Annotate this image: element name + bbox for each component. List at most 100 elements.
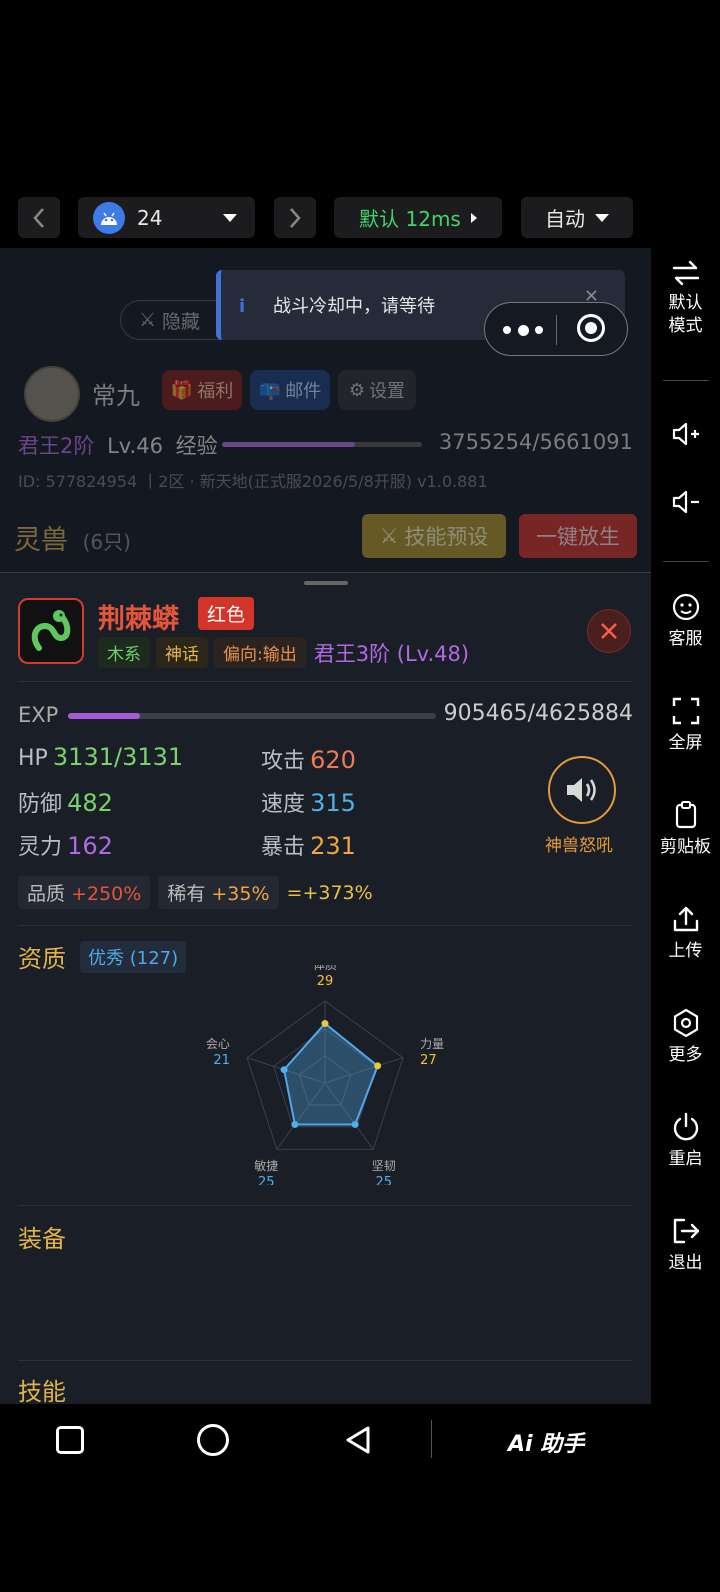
roar-label: 神兽怒吼 — [545, 836, 613, 856]
player-rank: 君王2阶 — [18, 434, 95, 458]
volume-up-icon — [672, 422, 699, 446]
radar-value-area — [282, 1022, 379, 1126]
android-icon — [93, 201, 125, 234]
divider — [18, 1205, 633, 1206]
release-all-button[interactable]: 一键放生 — [519, 514, 637, 558]
bias-tag: 偏向:输出 — [214, 637, 306, 668]
player-exp-bar — [222, 442, 422, 447]
more-dots-button[interactable] — [503, 318, 543, 342]
speaker-icon — [567, 778, 596, 802]
crit-value: 231 — [310, 832, 356, 860]
mail-button[interactable]: 📪 邮件 — [250, 370, 330, 410]
mail-icon: 📪 — [258, 379, 282, 401]
total-bonus: =+373% — [286, 881, 373, 904]
rare-chip: 稀有 +35% — [158, 876, 279, 909]
aptitude-grade: 优秀 (127) — [80, 941, 187, 973]
sidebar-item-restart[interactable]: 重启 — [651, 1112, 720, 1171]
beast-exp-label: EXP — [18, 703, 59, 727]
chevron-left-icon — [33, 207, 44, 228]
caret-icon — [470, 212, 477, 223]
defense-value: 482 — [67, 789, 113, 817]
player-info-line: ID: 577824954 丨2区 · 新天地(正式服2026/5/8开服) v… — [18, 472, 488, 491]
sidebar-item-exit[interactable]: 退出 — [651, 1216, 720, 1275]
sidebar-item-upload[interactable]: 上传 — [651, 904, 720, 963]
beast-avatar-icon — [18, 598, 84, 664]
radar-point-5 — [280, 1066, 288, 1074]
chevron-right-icon — [290, 207, 301, 228]
more-icon — [673, 1008, 698, 1038]
capsule-divider — [556, 315, 557, 345]
power-icon — [673, 1112, 698, 1141]
beast-color-tag: 红色 — [198, 597, 255, 630]
caret-down-icon — [595, 213, 609, 222]
nav-divider — [431, 1420, 432, 1458]
modifier-row: 品质 +250% 稀有 +35% =+373% — [18, 876, 373, 909]
sheet-handle[interactable] — [304, 581, 348, 585]
radar-label-4: 敏捷 — [254, 1158, 278, 1173]
sidebar: 默认 模式 客服 全屏 剪贴板 上传 更多 重启 退出 — [651, 248, 720, 1404]
settings-button[interactable]: ⚙ 设置 — [338, 370, 416, 410]
beast-detail-sheet: 荆棘蟒 红色 木系 神话 偏向:输出 君王3阶 (Lv.48) EXP 9054… — [0, 572, 651, 1404]
toast-message: 战斗冷却中，请等待 — [273, 296, 435, 317]
back-button[interactable] — [344, 1424, 372, 1456]
radar-value-3: 25 — [376, 1175, 393, 1185]
gift-icon: 🎁 — [170, 379, 194, 401]
mode-select[interactable]: 自动 — [521, 197, 633, 238]
radar-value-1: 29 — [317, 974, 334, 989]
player-exp-value: 3755254/5661091 — [438, 430, 633, 454]
stat-spirit: 灵力 162 — [18, 832, 113, 860]
skill-preset-button[interactable]: ⚔ 技能预设 — [362, 514, 506, 558]
game-screen[interactable]: ⚔ 隐藏 常九 🎁 福利 📪 邮件 ⚙ 设置 君王2阶 Lv.46 经验 3755254… — [0, 248, 651, 1404]
assistant-button[interactable]: Ai 助手 — [508, 1426, 584, 1458]
sidebar-item-support[interactable]: 客服 — [651, 592, 720, 651]
close-button[interactable] — [587, 609, 631, 653]
player-name: 常九 — [92, 382, 140, 410]
radar-point-1 — [321, 1020, 329, 1028]
roar-button[interactable] — [548, 756, 616, 824]
attack-value: 620 — [310, 746, 356, 774]
device-select[interactable]: 24 — [78, 197, 255, 238]
beast-tags: 木系 神话 偏向:输出 君王3阶 (Lv.48) — [98, 637, 469, 668]
radar-point-2 — [374, 1062, 382, 1070]
navigation-bar: Ai 助手 — [0, 1404, 720, 1476]
support-icon — [672, 593, 699, 621]
latency-select[interactable]: 默认 12ms — [334, 197, 502, 238]
beast-section-title: 灵兽 (6只) — [14, 525, 131, 556]
hp-value: 3131/3131 — [52, 743, 184, 771]
stat-crit: 暴击 231 — [261, 832, 356, 860]
gear-icon: ⚙ — [348, 379, 366, 401]
volume-down-icon — [672, 490, 699, 514]
recents-button[interactable] — [56, 1426, 84, 1454]
forward-arrow-button[interactable] — [274, 197, 316, 238]
sidebar-item-fullscreen[interactable]: 全屏 — [651, 696, 720, 755]
sword-icon: ⚔ — [139, 309, 157, 331]
sidebar-item-clipboard[interactable]: 剪贴板 — [651, 800, 720, 859]
sidebar-item-mode[interactable]: 默认 模式 — [651, 260, 720, 338]
element-tag: 木系 — [98, 637, 150, 668]
sidebar-separator — [663, 380, 709, 381]
beast-rank: 君王3阶 (Lv.48) — [313, 641, 470, 666]
mode-label: 自动 — [545, 207, 585, 231]
close-target-button[interactable] — [577, 314, 605, 342]
back-arrow-button[interactable] — [18, 197, 60, 238]
sidebar-item-more[interactable]: 更多 — [651, 1008, 720, 1067]
spirit-value: 162 — [67, 832, 113, 860]
stat-attack: 攻击 620 — [261, 746, 356, 774]
divider — [18, 681, 633, 682]
radar-label-3: 坚韧 — [372, 1159, 396, 1173]
beast-exp-bar — [68, 713, 436, 719]
fullscreen-icon — [672, 697, 699, 725]
upload-icon — [673, 906, 698, 932]
avatar[interactable] — [24, 366, 80, 422]
home-button[interactable] — [197, 1424, 229, 1456]
divider — [18, 1360, 633, 1361]
sidebar-separator — [663, 561, 709, 562]
player-exp-fill — [222, 442, 355, 447]
welfare-button[interactable]: 🎁 福利 — [162, 370, 242, 410]
sidebar-item-volume-down[interactable] — [651, 488, 720, 522]
player-level-row: 君王2阶 Lv.46 经验 3755254/5661091 — [18, 430, 633, 460]
info-icon: i — [239, 296, 246, 317]
myth-tag: 神话 — [156, 637, 208, 668]
radar-label-5: 会心 — [206, 1037, 230, 1051]
sidebar-item-volume-up[interactable] — [651, 420, 720, 454]
